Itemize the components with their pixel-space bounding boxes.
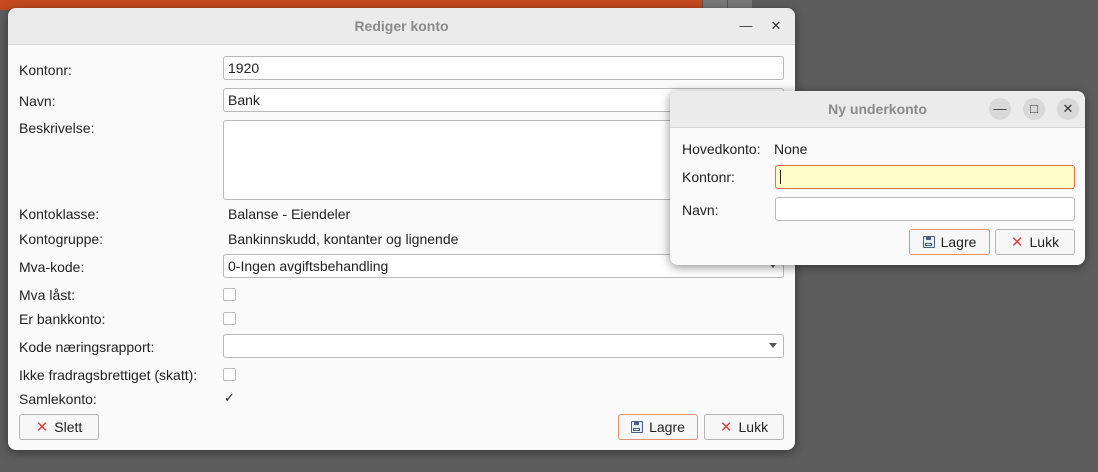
lagre-button[interactable]: Lagre — [618, 414, 698, 440]
kontogruppe-value: Bankinnskudd, kontanter og lignende — [228, 231, 459, 247]
er-bankkonto-label: Er bankkonto: — [19, 311, 106, 327]
ikke-fradragsberettiget-label: Ikke fradragsbrettiget (skatt): — [19, 367, 198, 383]
hovedkonto-value: None — [774, 141, 808, 157]
chevron-down-icon — [769, 343, 777, 348]
close-icon[interactable]: ✕ — [766, 16, 786, 36]
kode-naeringsrapport-label: Kode næringsrapport: — [19, 339, 155, 355]
kode-naeringsrapport-select[interactable] — [223, 334, 784, 358]
samlekonto-label: Samlekonto: — [19, 391, 97, 407]
maximize-icon[interactable]: □ — [1023, 98, 1045, 120]
close-x-icon: ✕ — [1010, 233, 1024, 251]
floppy-disk-icon — [922, 236, 935, 248]
sub-navn-input[interactable] — [775, 197, 1075, 221]
sub-lagre-button[interactable]: Lagre — [909, 229, 990, 255]
kontonr-label: Kontonr: — [19, 62, 72, 78]
close-icon[interactable]: ✕ — [1057, 98, 1079, 120]
ikke-fradragsberettiget-checkbox[interactable] — [223, 368, 236, 381]
er-bankkonto-checkbox[interactable] — [223, 312, 236, 325]
mva-kode-label: Mva-kode: — [19, 259, 85, 275]
dialog-title: Rediger konto — [354, 18, 449, 34]
sub-lukk-button-label: Lukk — [1029, 234, 1060, 250]
text-caret — [780, 170, 781, 184]
close-x-icon: ✕ — [719, 418, 733, 436]
sub-navn-label: Navn: — [682, 202, 719, 218]
minimize-icon[interactable]: — — [736, 16, 756, 36]
slett-button[interactable]: ✕ Slett — [19, 414, 99, 440]
sub-kontonr-label: Kontonr: — [682, 169, 735, 185]
navn-label: Navn: — [19, 93, 56, 109]
mva-kode-selected-value: 0-Ingen avgiftsbehandling — [228, 258, 389, 274]
kontoklasse-value: Balanse - Eiendeler — [228, 206, 351, 222]
dialog-titlebar[interactable]: Rediger konto — ✕ — [8, 8, 795, 45]
lagre-button-label: Lagre — [649, 419, 685, 435]
minimize-icon[interactable]: — — [989, 98, 1011, 120]
slett-button-label: Slett — [54, 419, 83, 435]
sub-kontonr-input[interactable] — [775, 165, 1075, 189]
beskrivelse-label: Beskrivelse: — [19, 120, 95, 136]
samlekonto-checkbox[interactable]: ✓ — [223, 391, 236, 405]
mva-last-checkbox[interactable] — [223, 288, 236, 301]
lukk-button[interactable]: ✕ Lukk — [704, 414, 784, 440]
floppy-disk-icon — [631, 421, 644, 433]
hovedkonto-label: Hovedkonto: — [682, 141, 761, 157]
mva-last-label: Mva låst: — [19, 287, 76, 303]
subdialog-titlebar[interactable]: Ny underkonto — □ ✕ — [670, 91, 1085, 128]
kontogruppe-label: Kontogruppe: — [19, 231, 104, 247]
ny-underkonto-dialog: Ny underkonto — □ ✕ Hovedkonto: None Kon… — [670, 91, 1085, 265]
sub-lagre-button-label: Lagre — [940, 234, 977, 250]
lukk-button-label: Lukk — [738, 419, 769, 435]
kontonr-input[interactable]: 1920 — [223, 56, 784, 80]
kontoklasse-label: Kontoklasse: — [19, 206, 100, 222]
delete-x-icon: ✕ — [35, 418, 49, 436]
sub-lukk-button[interactable]: ✕ Lukk — [995, 229, 1075, 255]
